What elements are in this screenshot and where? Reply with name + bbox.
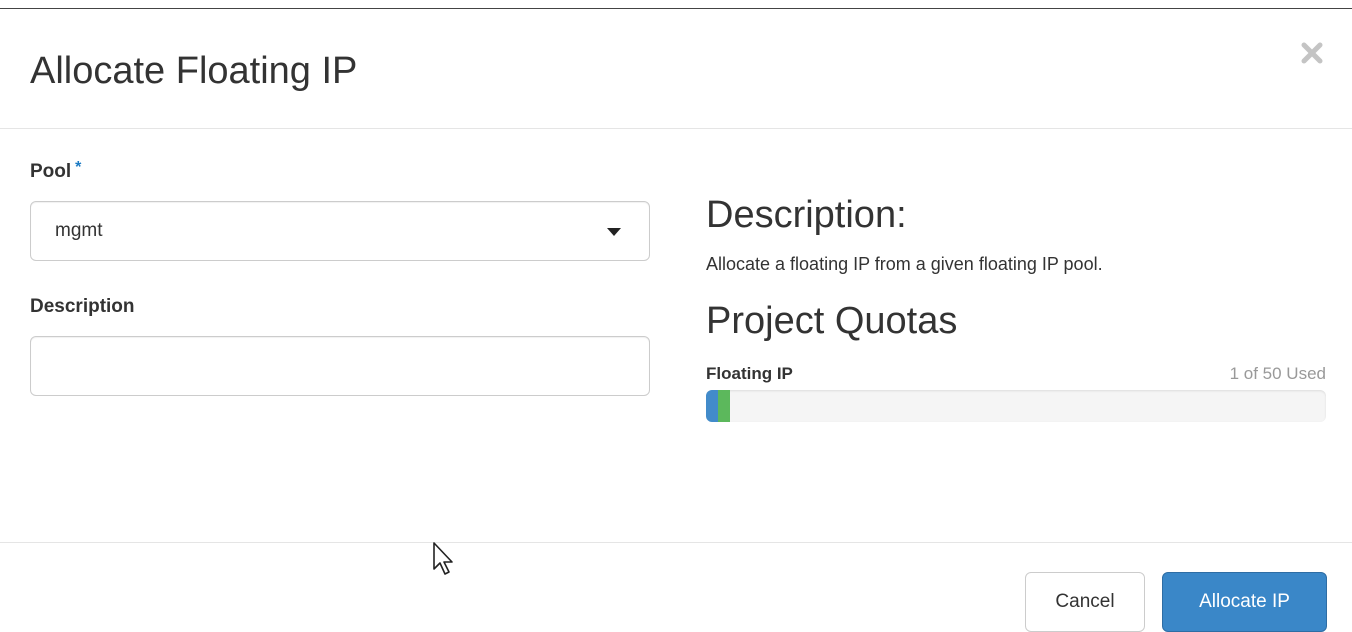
close-button[interactable] — [1298, 39, 1326, 67]
quota-row: Floating IP 1 of 50 Used — [706, 364, 1326, 386]
quota-usage-text: 1 of 50 Used — [1229, 364, 1326, 383]
description-input[interactable] — [30, 336, 650, 396]
pool-select[interactable]: mgmt — [30, 201, 650, 261]
quota-progress-bar — [706, 390, 1326, 422]
description-text: Allocate a floating IP from a given floa… — [706, 254, 1103, 274]
pool-label-text: Pool — [30, 161, 72, 182]
caret-down-icon — [607, 228, 621, 236]
quota-label: Floating IP — [706, 364, 793, 383]
help-column: Description: Allocate a floating IP from… — [706, 192, 1326, 422]
allocate-ip-button[interactable]: Allocate IP — [1162, 572, 1327, 632]
pool-select-value: mgmt — [55, 220, 103, 241]
quota-progress-current — [706, 390, 718, 422]
close-icon — [1301, 42, 1323, 64]
cancel-button[interactable]: Cancel — [1025, 572, 1145, 632]
modal-title: Allocate Floating IP — [30, 50, 358, 92]
quota-progress-new — [718, 390, 730, 422]
description-label: Description — [30, 296, 135, 317]
project-quotas-heading: Project Quotas — [706, 300, 958, 342]
mouse-pointer-icon — [433, 542, 453, 575]
description-heading: Description: — [706, 194, 907, 236]
pool-label: Pool * — [30, 159, 650, 184]
form-column: Pool * mgmt Description — [30, 159, 650, 396]
modal-header: Allocate Floating IP — [0, 9, 1352, 129]
required-marker: * — [75, 159, 82, 176]
footer-divider — [0, 542, 1352, 543]
